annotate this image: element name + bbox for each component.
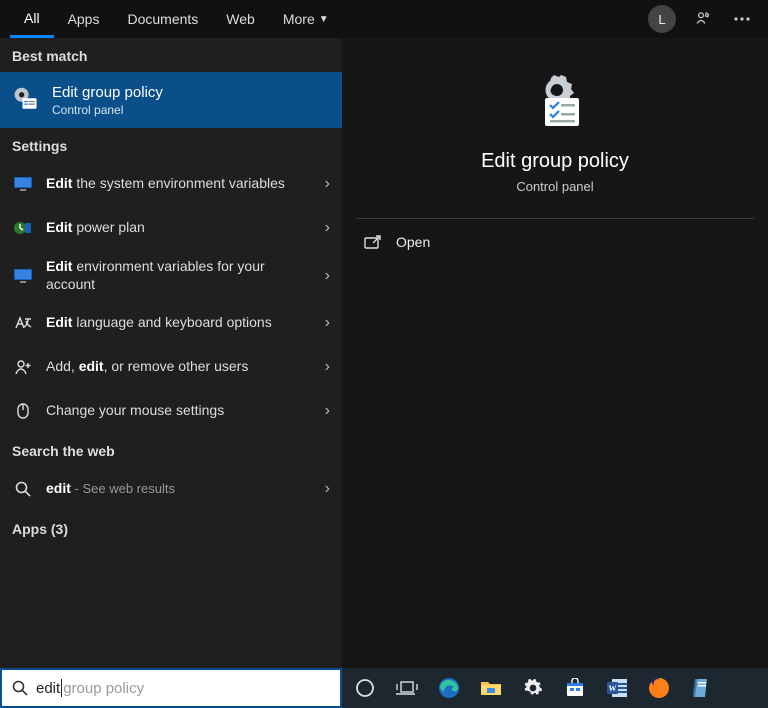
best-match-subtitle: Control panel xyxy=(52,103,163,117)
feedback-icon[interactable] xyxy=(694,9,714,29)
settings-item-env-user[interactable]: Edit environment variables for your acco… xyxy=(0,250,342,301)
chevron-right-icon: › xyxy=(325,402,330,420)
store-icon[interactable] xyxy=(562,675,588,701)
tab-more[interactable]: More ▼ xyxy=(269,0,343,38)
settings-header: Settings xyxy=(0,128,342,162)
chevron-down-icon: ▼ xyxy=(319,14,329,25)
chevron-right-icon: › xyxy=(325,175,330,193)
preview-subtitle: Control panel xyxy=(516,179,593,194)
settings-item-label: Change your mouse settings xyxy=(46,402,313,420)
language-icon xyxy=(12,315,34,331)
svg-text:W: W xyxy=(609,684,617,693)
chevron-right-icon: › xyxy=(325,219,330,237)
person-plus-icon xyxy=(12,359,34,375)
monitor-icon xyxy=(12,176,34,192)
settings-item-language[interactable]: Edit language and keyboard options › xyxy=(0,301,342,345)
action-open[interactable]: Open xyxy=(342,219,768,265)
best-match-title: Edit group policy xyxy=(52,84,163,101)
search-text: edit group policy xyxy=(36,679,330,697)
settings-icon[interactable] xyxy=(520,675,546,701)
chevron-right-icon: › xyxy=(325,314,330,332)
chevron-right-icon: › xyxy=(325,358,330,376)
chevron-right-icon: › xyxy=(325,480,330,498)
firefox-icon[interactable] xyxy=(646,675,672,701)
mouse-icon xyxy=(12,402,34,420)
settings-item-env-system[interactable]: Edit the system environment variables › xyxy=(0,162,342,206)
search-input[interactable]: edit group policy xyxy=(0,668,342,708)
edge-icon[interactable] xyxy=(436,675,462,701)
power-plan-icon xyxy=(12,219,34,237)
preview-title: Edit group policy xyxy=(481,150,629,173)
chevron-right-icon: › xyxy=(325,267,330,285)
tab-apps[interactable]: Apps xyxy=(54,0,114,38)
more-options-icon[interactable] xyxy=(732,9,752,29)
settings-item-mouse[interactable]: Change your mouse settings › xyxy=(0,389,342,433)
settings-item-label: Edit power plan xyxy=(46,219,313,237)
settings-item-label: Edit the system environment variables xyxy=(46,175,313,193)
tab-all[interactable]: All xyxy=(10,0,54,38)
preview-panel: Edit group policy Control panel Open xyxy=(342,38,768,668)
tab-documents[interactable]: Documents xyxy=(113,0,212,38)
settings-item-power-plan[interactable]: Edit power plan › xyxy=(0,206,342,250)
settings-item-users[interactable]: Add, edit, or remove other users › xyxy=(0,345,342,389)
file-explorer-icon[interactable] xyxy=(478,675,504,701)
tab-web[interactable]: Web xyxy=(212,0,269,38)
monitor-icon xyxy=(12,268,34,284)
user-avatar[interactable]: L xyxy=(648,5,676,33)
cortana-icon[interactable] xyxy=(352,675,378,701)
settings-item-label: Edit environment variables for your acco… xyxy=(46,258,313,293)
settings-item-label: Add, edit, or remove other users xyxy=(46,358,313,376)
notebook-icon[interactable] xyxy=(688,675,714,701)
best-match-header: Best match xyxy=(0,38,342,72)
web-result-label: edit - See web results xyxy=(46,480,313,498)
search-icon xyxy=(12,680,28,696)
best-match-item[interactable]: Edit group policy Control panel xyxy=(0,72,342,128)
apps-header: Apps (3) xyxy=(0,511,342,545)
open-icon xyxy=(364,233,382,251)
web-result-item[interactable]: edit - See web results › xyxy=(0,467,342,511)
word-icon[interactable]: W xyxy=(604,675,630,701)
action-label: Open xyxy=(396,234,430,250)
taskbar: W xyxy=(342,668,768,708)
gear-file-icon xyxy=(12,86,40,114)
web-header: Search the web xyxy=(0,433,342,467)
results-panel: Best match Edit group policy Cont xyxy=(0,38,342,668)
settings-item-label: Edit language and keyboard options xyxy=(46,314,313,332)
search-icon xyxy=(12,481,34,497)
top-tab-bar: All Apps Documents Web More ▼ L xyxy=(0,0,768,38)
tab-more-label: More xyxy=(283,11,315,27)
task-view-icon[interactable] xyxy=(394,675,420,701)
gear-file-icon-large xyxy=(523,72,587,136)
